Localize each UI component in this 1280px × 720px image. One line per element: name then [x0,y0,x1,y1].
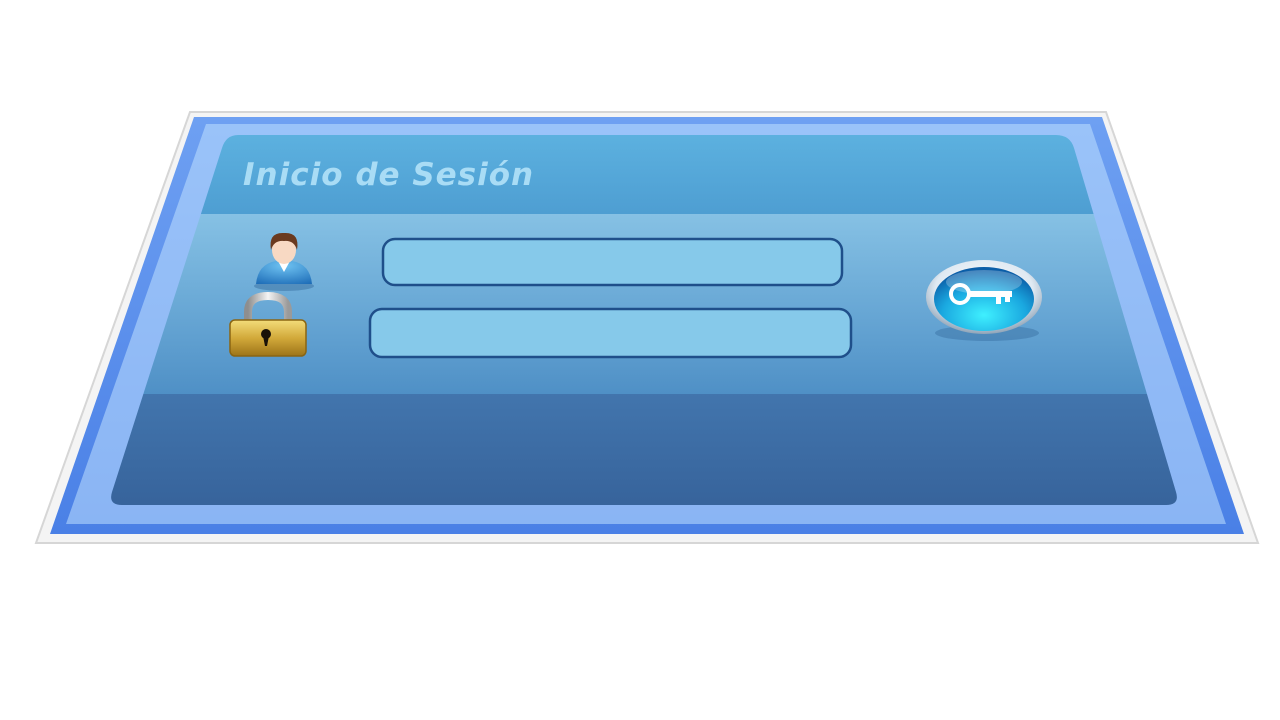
username-input[interactable] [381,237,844,287]
password-input[interactable] [368,307,853,359]
login-submit-button[interactable] [926,260,1042,341]
login-screen: Inicio de Sesión [0,0,1280,720]
footer-band [111,394,1177,505]
login-panel-scene: Inicio de Sesión [34,111,1260,544]
login-title: Inicio de Sesión [243,157,534,193]
